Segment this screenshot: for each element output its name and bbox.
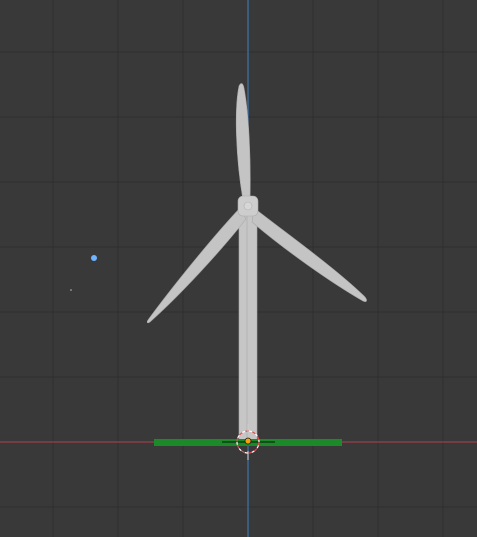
object-origin-icon[interactable] (244, 437, 252, 445)
turbine-tower (238, 211, 258, 443)
turbine-blade-left (146, 207, 247, 324)
light-icon[interactable] (91, 255, 97, 261)
turbine-blade-right (251, 207, 367, 302)
grid (0, 0, 477, 537)
3d-viewport[interactable] (0, 0, 477, 537)
wind-turbine[interactable] (146, 83, 367, 443)
turbine-hub-center (243, 201, 253, 211)
viewport-canvas[interactable] (0, 0, 477, 537)
light-dot (70, 289, 72, 291)
